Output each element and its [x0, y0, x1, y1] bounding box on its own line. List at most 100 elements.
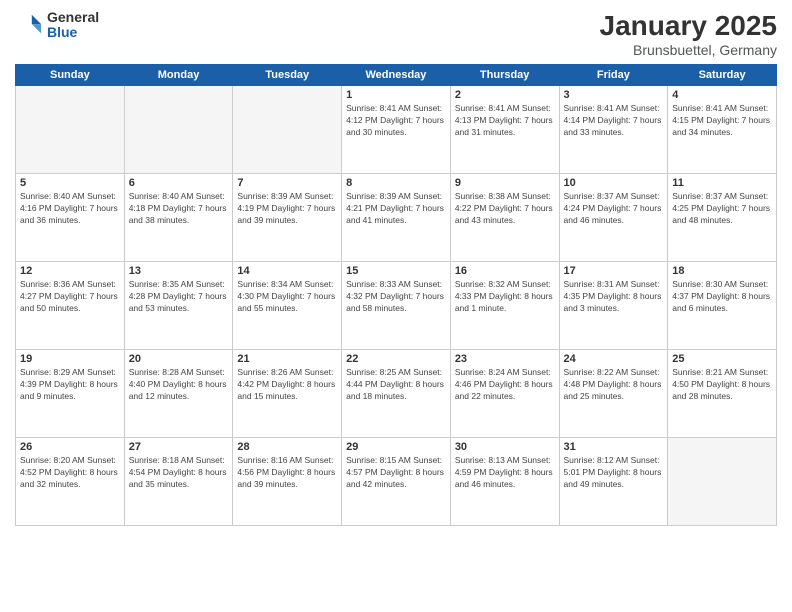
- day-info: Sunrise: 8:40 AM Sunset: 4:16 PM Dayligh…: [20, 191, 120, 227]
- day-cell: 23Sunrise: 8:24 AM Sunset: 4:46 PM Dayli…: [450, 350, 559, 438]
- day-info: Sunrise: 8:33 AM Sunset: 4:32 PM Dayligh…: [346, 279, 446, 315]
- day-cell: 11 Sunrise: 8:37 AM Sunset: 4:25 PM Dayli…: [668, 174, 777, 262]
- day-info: Sunrise: 8:38 AM Sunset: 4:22 PM Dayligh…: [455, 191, 555, 227]
- day-info: Sunrise: 8:25 AM Sunset: 4:44 PM Dayligh…: [346, 367, 446, 403]
- day-info: Sunrise: 8:41 AM Sunset: 4:15 PM Dayligh…: [672, 103, 772, 139]
- calendar-title: January 2025: [600, 10, 777, 42]
- col-wednesday: Wednesday: [342, 65, 451, 86]
- day-cell: 4 Sunrise: 8:41 AM Sunset: 4:15 PM Daylig…: [668, 86, 777, 174]
- day-info: Sunrise: 8:16 AM Sunset: 4:56 PM Dayligh…: [237, 455, 337, 491]
- calendar-table: Sunday Monday Tuesday Wednesday Thursday…: [15, 64, 777, 526]
- day-cell: 27Sunrise: 8:18 AM Sunset: 4:54 PM Dayli…: [124, 438, 233, 526]
- day-info: Sunrise: 8:22 AM Sunset: 4:48 PM Dayligh…: [564, 367, 664, 403]
- day-cell: 21 Sunrise: 8:26 AM Sunset: 4:42 PM Dayli…: [233, 350, 342, 438]
- day-info: Sunrise: 8:37 AM Sunset: 4:24 PM Dayligh…: [564, 191, 664, 227]
- week-row-4: 19Sunrise: 8:29 AM Sunset: 4:39 PM Dayli…: [16, 350, 777, 438]
- day-cell: 14Sunrise: 8:34 AM Sunset: 4:30 PM Dayli…: [233, 262, 342, 350]
- day-cell: 6Sunrise: 8:40 AM Sunset: 4:18 PM Daylig…: [124, 174, 233, 262]
- day-cell: 30Sunrise: 8:13 AM Sunset: 4:59 PM Dayli…: [450, 438, 559, 526]
- day-info: Sunrise: 8:41 AM Sunset: 4:13 PM Dayligh…: [455, 103, 555, 139]
- day-number: 15: [346, 265, 446, 277]
- logo-icon: [15, 11, 43, 39]
- day-info: Sunrise: 8:31 AM Sunset: 4:35 PM Dayligh…: [564, 279, 664, 315]
- day-info: Sunrise: 8:37 AM Sunset: 4:25 PM Dayligh…: [672, 191, 772, 227]
- page: General Blue January 2025 Brunsbuettel, …: [0, 0, 792, 612]
- day-cell: 10 Sunrise: 8:37 AM Sunset: 4:24 PM Dayli…: [559, 174, 668, 262]
- day-info: Sunrise: 8:20 AM Sunset: 4:52 PM Dayligh…: [20, 455, 120, 491]
- day-info: Sunrise: 8:13 AM Sunset: 4:59 PM Dayligh…: [455, 455, 555, 491]
- day-info: Sunrise: 8:12 AM Sunset: 5:01 PM Dayligh…: [564, 455, 664, 491]
- day-cell: 9 Sunrise: 8:38 AM Sunset: 4:22 PM Daylig…: [450, 174, 559, 262]
- day-number: 17: [564, 265, 664, 277]
- day-info: Sunrise: 8:29 AM Sunset: 4:39 PM Dayligh…: [20, 367, 120, 403]
- logo-general: General: [47, 10, 99, 25]
- day-number: 9: [455, 177, 555, 189]
- day-number: 10: [564, 177, 664, 189]
- day-number: 20: [129, 353, 229, 365]
- day-number: 5: [20, 177, 120, 189]
- day-cell: 15 Sunrise: 8:33 AM Sunset: 4:32 PM Dayli…: [342, 262, 451, 350]
- day-cell: 31Sunrise: 8:12 AM Sunset: 5:01 PM Dayli…: [559, 438, 668, 526]
- calendar-subtitle: Brunsbuettel, Germany: [600, 42, 777, 58]
- day-number: 11: [672, 177, 772, 189]
- col-tuesday: Tuesday: [233, 65, 342, 86]
- week-row-1: 1 Sunrise: 8:41 AM Sunset: 4:12 PM Daylig…: [16, 86, 777, 174]
- day-cell: 3 Sunrise: 8:41 AM Sunset: 4:14 PM Daylig…: [559, 86, 668, 174]
- day-cell: 24Sunrise: 8:22 AM Sunset: 4:48 PM Dayli…: [559, 350, 668, 438]
- day-number: 29: [346, 441, 446, 453]
- title-area: January 2025 Brunsbuettel, Germany: [600, 10, 777, 58]
- day-cell: 1 Sunrise: 8:41 AM Sunset: 4:12 PM Daylig…: [342, 86, 451, 174]
- day-cell: 28Sunrise: 8:16 AM Sunset: 4:56 PM Dayli…: [233, 438, 342, 526]
- day-info: Sunrise: 8:18 AM Sunset: 4:54 PM Dayligh…: [129, 455, 229, 491]
- day-info: Sunrise: 8:21 AM Sunset: 4:50 PM Dayligh…: [672, 367, 772, 403]
- day-cell: 18Sunrise: 8:30 AM Sunset: 4:37 PM Dayli…: [668, 262, 777, 350]
- day-number: 25: [672, 353, 772, 365]
- day-cell: 20 Sunrise: 8:28 AM Sunset: 4:40 PM Dayli…: [124, 350, 233, 438]
- day-info: Sunrise: 8:41 AM Sunset: 4:14 PM Dayligh…: [564, 103, 664, 139]
- day-info: Sunrise: 8:36 AM Sunset: 4:27 PM Dayligh…: [20, 279, 120, 315]
- day-cell: 2Sunrise: 8:41 AM Sunset: 4:13 PM Daylig…: [450, 86, 559, 174]
- day-cell: [124, 86, 233, 174]
- day-number: 23: [455, 353, 555, 365]
- day-info: Sunrise: 8:28 AM Sunset: 4:40 PM Dayligh…: [129, 367, 229, 403]
- day-cell: 13Sunrise: 8:35 AM Sunset: 4:28 PM Dayli…: [124, 262, 233, 350]
- day-info: Sunrise: 8:30 AM Sunset: 4:37 PM Dayligh…: [672, 279, 772, 315]
- day-cell: 19Sunrise: 8:29 AM Sunset: 4:39 PM Dayli…: [16, 350, 125, 438]
- header-row: Sunday Monday Tuesday Wednesday Thursday…: [16, 65, 777, 86]
- day-cell: 7Sunrise: 8:39 AM Sunset: 4:19 PM Daylig…: [233, 174, 342, 262]
- col-friday: Friday: [559, 65, 668, 86]
- day-cell: 22 Sunrise: 8:25 AM Sunset: 4:44 PM Dayli…: [342, 350, 451, 438]
- day-info: Sunrise: 8:41 AM Sunset: 4:12 PM Dayligh…: [346, 103, 446, 139]
- day-number: 8: [346, 177, 446, 189]
- col-sunday: Sunday: [16, 65, 125, 86]
- week-row-3: 12Sunrise: 8:36 AM Sunset: 4:27 PM Dayli…: [16, 262, 777, 350]
- logo-blue: Blue: [47, 25, 99, 40]
- day-cell: 26Sunrise: 8:20 AM Sunset: 4:52 PM Dayli…: [16, 438, 125, 526]
- day-number: 7: [237, 177, 337, 189]
- day-info: Sunrise: 8:39 AM Sunset: 4:21 PM Dayligh…: [346, 191, 446, 227]
- header: General Blue January 2025 Brunsbuettel, …: [15, 10, 777, 58]
- day-cell: 16 Sunrise: 8:32 AM Sunset: 4:33 PM Dayli…: [450, 262, 559, 350]
- day-info: Sunrise: 8:15 AM Sunset: 4:57 PM Dayligh…: [346, 455, 446, 491]
- day-number: 21: [237, 353, 337, 365]
- day-info: Sunrise: 8:26 AM Sunset: 4:42 PM Dayligh…: [237, 367, 337, 403]
- col-saturday: Saturday: [668, 65, 777, 86]
- day-number: 3: [564, 89, 664, 101]
- day-number: 14: [237, 265, 337, 277]
- day-number: 22: [346, 353, 446, 365]
- day-cell: 29 Sunrise: 8:15 AM Sunset: 4:57 PM Dayli…: [342, 438, 451, 526]
- logo-text: General Blue: [47, 10, 99, 41]
- week-row-5: 26Sunrise: 8:20 AM Sunset: 4:52 PM Dayli…: [16, 438, 777, 526]
- day-cell: 5 Sunrise: 8:40 AM Sunset: 4:16 PM Daylig…: [16, 174, 125, 262]
- day-cell: 25 Sunrise: 8:21 AM Sunset: 4:50 PM Dayli…: [668, 350, 777, 438]
- day-cell: 12Sunrise: 8:36 AM Sunset: 4:27 PM Dayli…: [16, 262, 125, 350]
- day-cell: [233, 86, 342, 174]
- day-number: 4: [672, 89, 772, 101]
- day-number: 16: [455, 265, 555, 277]
- day-number: 1: [346, 89, 446, 101]
- day-info: Sunrise: 8:32 AM Sunset: 4:33 PM Dayligh…: [455, 279, 555, 315]
- day-cell: 17 Sunrise: 8:31 AM Sunset: 4:35 PM Dayli…: [559, 262, 668, 350]
- day-cell: [668, 438, 777, 526]
- day-number: 13: [129, 265, 229, 277]
- day-cell: 8 Sunrise: 8:39 AM Sunset: 4:21 PM Daylig…: [342, 174, 451, 262]
